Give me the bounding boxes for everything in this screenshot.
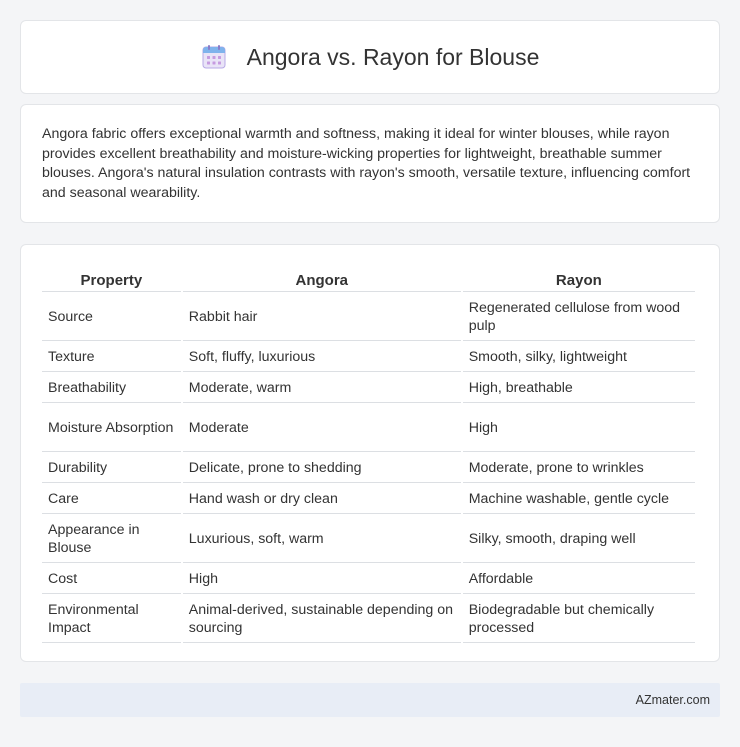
cell-angora: Animal-derived, sustainable depending on… (182, 596, 461, 643)
header-angora: Angora (182, 267, 461, 292)
table-row: Source Rabbit hair Regenerated cellulose… (42, 294, 695, 341)
calendar-icon (201, 44, 227, 70)
cell-rayon: Regenerated cellulose from wood pulp (462, 294, 695, 341)
table-row: Breathability Moderate, warm High, breat… (42, 374, 695, 403)
cell-angora: Rabbit hair (182, 294, 461, 341)
table-row: Care Hand wash or dry clean Machine wash… (42, 485, 695, 514)
table-row: Cost High Affordable (42, 565, 695, 594)
cell-rayon: Affordable (462, 565, 695, 594)
cell-angora: Delicate, prone to shedding (182, 454, 461, 483)
cell-property: Source (42, 294, 181, 341)
table-row: Moisture Absorption Moderate High (42, 405, 695, 452)
table-row: Environmental Impact Animal-derived, sus… (42, 596, 695, 643)
cell-property: Moisture Absorption (42, 405, 181, 452)
cell-rayon: High (462, 405, 695, 452)
table-row: Durability Delicate, prone to shedding M… (42, 454, 695, 483)
cell-angora: High (182, 565, 461, 594)
cell-angora: Moderate, warm (182, 374, 461, 403)
cell-angora: Moderate (182, 405, 461, 452)
comparison-table: Property Angora Rayon Source Rabbit hair… (40, 265, 697, 645)
footer-brand-link[interactable]: AZmater.com (636, 693, 710, 707)
cell-property: Breathability (42, 374, 181, 403)
cell-rayon: Moderate, prone to wrinkles (462, 454, 695, 483)
cell-property: Cost (42, 565, 181, 594)
title-wrap: Angora vs. Rayon for Blouse (201, 43, 540, 71)
cell-property: Environmental Impact (42, 596, 181, 643)
table-row: Texture Soft, fluffy, luxurious Smooth, … (42, 343, 695, 372)
intro-paragraph: Angora fabric offers exceptional warmth … (42, 126, 691, 201)
title-card: Angora vs. Rayon for Blouse (20, 20, 720, 94)
cell-rayon: Smooth, silky, lightweight (462, 343, 695, 372)
page-title: Angora vs. Rayon for Blouse (246, 43, 540, 70)
intro-card: Angora fabric offers exceptional warmth … (20, 104, 720, 223)
cell-rayon: Silky, smooth, draping well (462, 516, 695, 563)
table-header-row: Property Angora Rayon (42, 267, 695, 292)
table-row: Appearance in Blouse Luxurious, soft, wa… (42, 516, 695, 563)
cell-angora: Hand wash or dry clean (182, 485, 461, 514)
cell-rayon: Machine washable, gentle cycle (462, 485, 695, 514)
footer-bar: AZmater.com (20, 683, 720, 717)
cell-angora: Soft, fluffy, luxurious (182, 343, 461, 372)
cell-property: Care (42, 485, 181, 514)
cell-property: Appearance in Blouse (42, 516, 181, 563)
cell-rayon: Biodegradable but chemically processed (462, 596, 695, 643)
cell-rayon: High, breathable (462, 374, 695, 403)
comparison-card: Property Angora Rayon Source Rabbit hair… (20, 244, 720, 662)
cell-property: Durability (42, 454, 181, 483)
cell-angora: Luxurious, soft, warm (182, 516, 461, 563)
cell-property: Texture (42, 343, 181, 372)
header-property: Property (42, 267, 181, 292)
header-rayon: Rayon (462, 267, 695, 292)
